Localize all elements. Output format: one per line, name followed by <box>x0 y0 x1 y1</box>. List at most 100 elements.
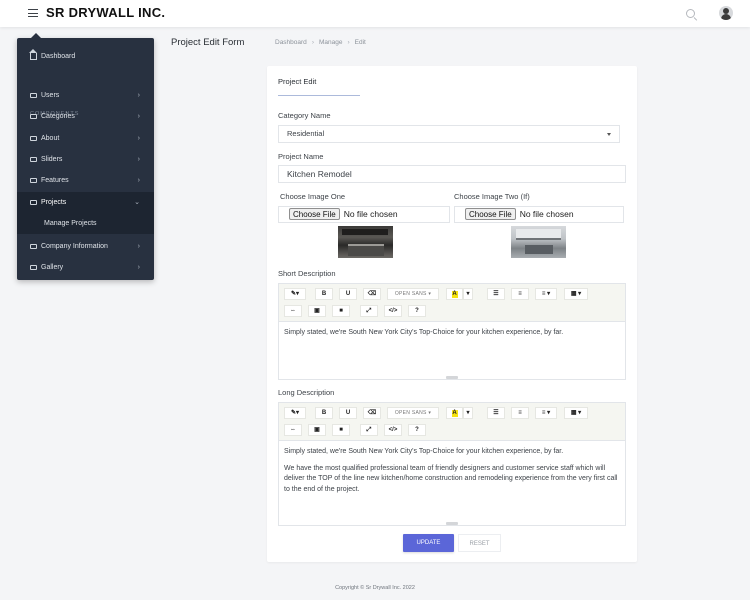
brand-logo[interactable]: SR DRYWALL INC. <box>46 5 165 20</box>
list-icon <box>30 136 37 141</box>
code-view-button[interactable]: </> <box>384 424 402 436</box>
image-button[interactable]: ▣ <box>308 424 326 436</box>
search-icon[interactable] <box>686 9 695 18</box>
sidebar-item-projects[interactable]: Projects ⌄ <box>17 192 154 213</box>
underline-button[interactable]: U <box>339 407 357 419</box>
sidebar: Dashboard COMPONENTS Users › Categories … <box>17 33 154 280</box>
hamburger-menu-icon[interactable] <box>28 9 38 17</box>
color-caret-button[interactable]: ▾ <box>463 288 473 300</box>
category-label: Category Name <box>278 111 331 120</box>
sidebar-item-company-information[interactable]: Company Information › <box>17 236 154 257</box>
chevron-right-icon: › <box>137 92 140 99</box>
resize-handle[interactable] <box>446 522 458 525</box>
font-family-dropdown[interactable]: OPEN SANS ▾ <box>387 288 439 300</box>
sidebar-item-categories[interactable]: Categories › <box>17 106 154 127</box>
choose-file-button[interactable]: Choose File <box>465 208 516 220</box>
long-description-content[interactable]: Simply stated, we're South New York City… <box>279 441 625 507</box>
category-select[interactable]: Residential <box>278 125 620 143</box>
sidebar-item-label: Categories <box>41 113 75 120</box>
breadcrumb-dashboard[interactable]: Dashboard <box>275 39 307 46</box>
short-description-editor: ✎▾ B U ⌫ OPEN SANS ▾ A ▾ ☰ ≡ ≡ ▾ ▦ ▾ ⇔ ▣… <box>278 283 626 380</box>
breadcrumb-manage[interactable]: Manage <box>319 39 343 46</box>
project-name-input[interactable]: Kitchen Remodel <box>278 165 626 183</box>
tab-project-edit[interactable]: Project Edit <box>278 76 360 96</box>
sidebar-item-sliders[interactable]: Sliders › <box>17 149 154 170</box>
magic-style-button[interactable]: ✎▾ <box>284 407 306 419</box>
link-button[interactable]: ⇔ <box>284 424 302 436</box>
help-button[interactable]: ? <box>408 305 426 317</box>
list-icon <box>30 114 37 119</box>
sidebar-item-label: Gallery <box>41 264 64 271</box>
link-button[interactable]: ⇔ <box>284 305 302 317</box>
breadcrumb-edit: Edit <box>354 39 366 46</box>
long-description-paragraph: Simply stated, we're South New York City… <box>284 448 564 455</box>
bold-button[interactable]: B <box>315 288 333 300</box>
list-icon <box>30 200 37 205</box>
sidebar-item-about[interactable]: About › <box>17 128 154 149</box>
video-button[interactable]: ■ <box>332 424 350 436</box>
image-one-file-input[interactable]: Choose File No file chosen <box>278 206 450 223</box>
image-button[interactable]: ▣ <box>308 305 326 317</box>
fullscreen-button[interactable]: ⤢ <box>360 305 378 317</box>
short-description-text: Simply stated, we're South New York City… <box>284 329 564 336</box>
reset-button[interactable]: RESET <box>458 534 501 552</box>
highlight-color-button[interactable]: A <box>446 288 463 300</box>
magic-style-button[interactable]: ✎▾ <box>284 288 306 300</box>
sidebar-item-users[interactable]: Users › <box>17 85 154 106</box>
chevron-right-icon: › <box>137 135 140 142</box>
choose-file-button[interactable]: Choose File <box>289 208 340 220</box>
short-description-label: Short Description <box>278 269 336 278</box>
list-icon <box>30 178 37 183</box>
sidebar-item-features[interactable]: Features › <box>17 170 154 191</box>
fullscreen-button[interactable]: ⤢ <box>360 424 378 436</box>
image-one-label: Choose Image One <box>280 192 346 201</box>
breadcrumb: Dashboard › Manage › Edit <box>275 39 366 46</box>
breadcrumb-separator: › <box>311 39 314 46</box>
avatar-body-shape <box>721 14 731 20</box>
list-icon <box>30 265 37 270</box>
sidebar-item-dashboard[interactable]: Dashboard <box>17 46 154 67</box>
unordered-list-button[interactable]: ☰ <box>487 407 505 419</box>
highlight-color-button[interactable]: A <box>446 407 463 419</box>
ordered-list-button[interactable]: ≡ <box>511 288 529 300</box>
underline-button[interactable]: U <box>339 288 357 300</box>
chevron-right-icon: › <box>137 156 140 163</box>
sidebar-subitem-manage-projects[interactable]: Manage Projects <box>17 213 154 234</box>
eraser-button[interactable]: ⌫ <box>363 288 381 300</box>
short-description-content[interactable]: Simply stated, we're South New York City… <box>279 322 625 351</box>
sidebar-item-label: About <box>41 135 60 142</box>
eraser-button[interactable]: ⌫ <box>363 407 381 419</box>
unordered-list-button[interactable]: ☰ <box>487 288 505 300</box>
code-view-button[interactable]: </> <box>384 305 402 317</box>
help-button[interactable]: ? <box>408 424 426 436</box>
user-avatar[interactable] <box>719 6 733 20</box>
table-dropdown[interactable]: ▦ ▾ <box>564 407 588 419</box>
chevron-down-icon <box>607 133 611 136</box>
sidebar-item-label: Dashboard <box>41 53 76 60</box>
sidebar-item-label: Features <box>41 177 69 184</box>
sidebar-item-gallery[interactable]: Gallery › <box>17 257 154 278</box>
update-button[interactable]: UPDATE <box>403 534 454 552</box>
home-icon <box>29 49 37 60</box>
paragraph-align-dropdown[interactable]: ≡ ▾ <box>535 288 557 300</box>
font-family-dropdown[interactable]: OPEN SANS ▾ <box>387 407 439 419</box>
table-dropdown[interactable]: ▦ ▾ <box>564 288 588 300</box>
image-one-thumbnail <box>338 226 393 258</box>
image-two-file-input[interactable]: Choose File No file chosen <box>454 206 624 223</box>
ordered-list-button[interactable]: ≡ <box>511 407 529 419</box>
bold-button[interactable]: B <box>315 407 333 419</box>
chevron-right-icon: › <box>137 113 140 120</box>
project-name-label: Project Name <box>278 152 324 161</box>
paragraph-align-dropdown[interactable]: ≡ ▾ <box>535 407 557 419</box>
resize-handle[interactable] <box>446 376 458 379</box>
color-caret-button[interactable]: ▾ <box>463 407 473 419</box>
highlight-icon: A <box>451 410 458 417</box>
sidebar-item-label: Company Information <box>41 243 108 250</box>
list-icon <box>30 244 37 249</box>
page-title: Project Edit Form <box>171 37 245 48</box>
highlight-icon: A <box>451 291 458 298</box>
chevron-down-icon: ⌄ <box>134 199 140 206</box>
video-button[interactable]: ■ <box>332 305 350 317</box>
breadcrumb-separator: › <box>347 39 350 46</box>
chevron-right-icon: › <box>137 264 140 271</box>
